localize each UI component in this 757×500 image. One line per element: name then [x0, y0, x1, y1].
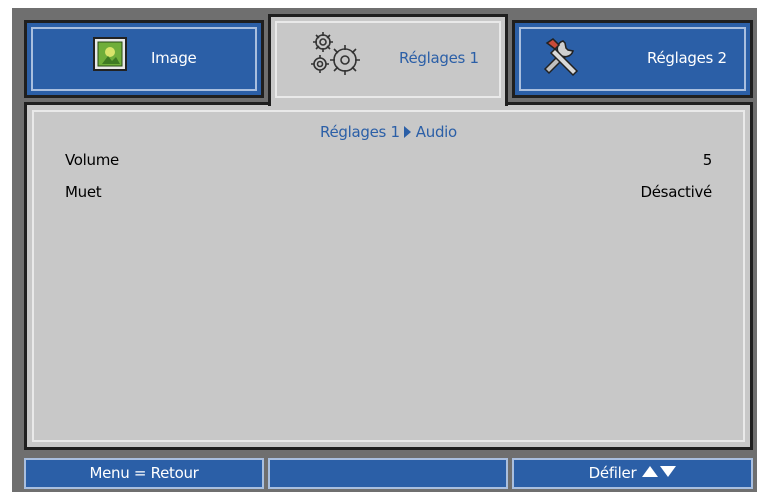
- tab-image-label: Image: [151, 49, 197, 67]
- setting-row-muet[interactable]: Muet Désactivé: [65, 183, 712, 205]
- arrow-up-icon: [642, 466, 659, 477]
- footer-back-hint: Menu = Retour: [24, 458, 264, 489]
- tab-reglages-1-label: Réglages 1: [399, 49, 479, 67]
- chevron-right-icon: [403, 126, 411, 138]
- settings-panel: Réglages 1 Audio Volume 5 Muet Désactivé: [24, 102, 753, 450]
- setting-value: 5: [702, 151, 713, 169]
- breadcrumb-page: Audio: [415, 123, 457, 141]
- tab-reglages-1[interactable]: Réglages 1: [268, 14, 508, 106]
- breadcrumb: Réglages 1 Audio: [27, 123, 750, 141]
- image-icon: [93, 37, 127, 75]
- footer-scroll-hint: Défiler: [512, 458, 753, 489]
- setting-row-volume[interactable]: Volume 5: [65, 151, 712, 173]
- tab-image[interactable]: Image: [24, 20, 264, 98]
- setting-label: Muet: [65, 183, 102, 201]
- gears-icon: [311, 31, 365, 83]
- setting-label: Volume: [65, 151, 119, 169]
- tab-reglages-2-label: Réglages 2: [647, 49, 727, 67]
- breadcrumb-section: Réglages 1: [320, 123, 400, 141]
- arrow-down-icon: [660, 466, 677, 477]
- footer-middle: [268, 458, 508, 489]
- footer-scroll-label: Défiler: [588, 464, 637, 482]
- footer-back-label: Menu = Retour: [89, 464, 199, 482]
- setting-value: Désactivé: [640, 183, 713, 201]
- tab-reglages-2[interactable]: Réglages 2: [512, 20, 753, 98]
- tools-icon: [539, 35, 583, 83]
